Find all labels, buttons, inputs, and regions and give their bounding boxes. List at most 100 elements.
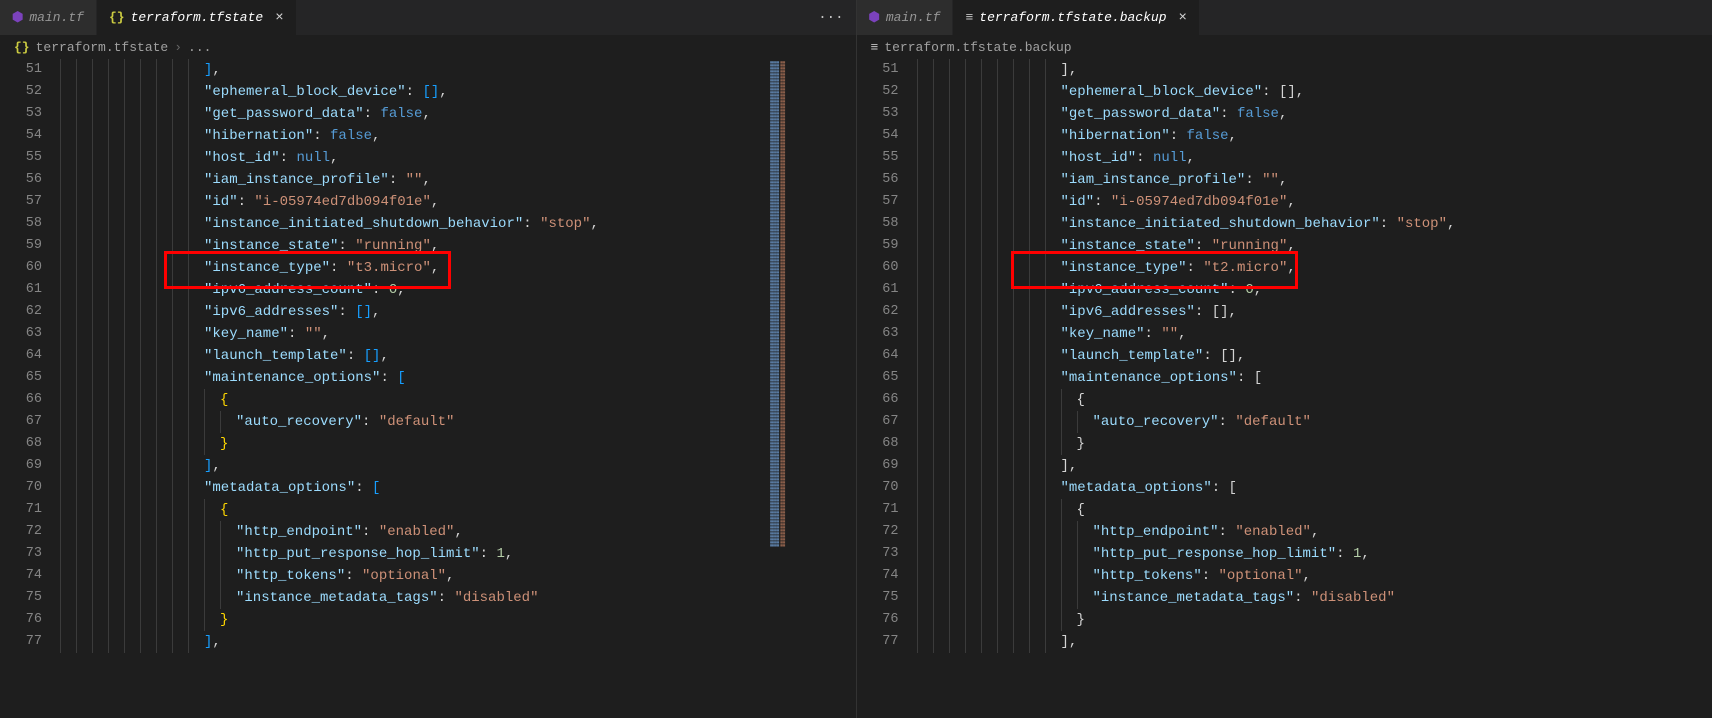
tab-label: main.tf <box>29 10 84 25</box>
code-line[interactable]: { <box>60 499 766 521</box>
tab-terraform-tfstate[interactable]: {} terraform.tfstate × <box>97 0 297 35</box>
close-icon[interactable]: × <box>1179 10 1187 26</box>
code-line[interactable]: "ipv6_address_count": 0, <box>917 279 1712 301</box>
code-line[interactable]: ], <box>60 631 766 653</box>
line-number: 66 <box>857 389 899 411</box>
code-line[interactable]: "key_name": "", <box>60 323 766 345</box>
line-number: 68 <box>0 433 42 455</box>
code-line[interactable]: "ephemeral_block_device": [], <box>917 81 1712 103</box>
code-line[interactable]: } <box>60 433 766 455</box>
line-number: 71 <box>0 499 42 521</box>
code-line[interactable]: "http_tokens": "optional", <box>60 565 766 587</box>
line-number: 62 <box>0 301 42 323</box>
line-number: 75 <box>0 587 42 609</box>
code-line[interactable]: ], <box>917 455 1712 477</box>
tab-main-tf[interactable]: ⬢ main.tf <box>0 0 97 35</box>
code-line[interactable]: { <box>60 389 766 411</box>
tab-label: terraform.tfstate <box>131 10 264 25</box>
code-area-right[interactable]: 5152535455565758596061626364656667686970… <box>857 59 1712 718</box>
code-line[interactable]: "http_endpoint": "enabled", <box>917 521 1712 543</box>
breadcrumb-left[interactable]: {} terraform.tfstate › ... <box>0 35 856 59</box>
line-number: 59 <box>0 235 42 257</box>
code-line[interactable]: ], <box>60 59 766 81</box>
code-line[interactable]: "http_put_response_hop_limit": 1, <box>917 543 1712 565</box>
breadcrumb-right[interactable]: ≡ terraform.tfstate.backup <box>857 35 1712 59</box>
code-line[interactable]: "http_tokens": "optional", <box>917 565 1712 587</box>
code-line[interactable]: "launch_template": [], <box>60 345 766 367</box>
code-line[interactable]: } <box>60 609 766 631</box>
code-line[interactable]: "instance_initiated_shutdown_behavior": … <box>60 213 766 235</box>
code-line[interactable]: "instance_type": "t2.micro", <box>917 257 1712 279</box>
line-number: 70 <box>857 477 899 499</box>
code-line[interactable]: "iam_instance_profile": "", <box>917 169 1712 191</box>
tabs-bar-right: ⬢main.tf≡terraform.tfstate.backup× <box>857 0 1712 35</box>
code-line[interactable]: "hibernation": false, <box>917 125 1712 147</box>
code-line[interactable]: "metadata_options": [ <box>60 477 766 499</box>
line-number: 64 <box>857 345 899 367</box>
code-line[interactable]: "instance_metadata_tags": "disabled" <box>60 587 766 609</box>
code-line[interactable]: "ipv6_addresses": [], <box>60 301 766 323</box>
tab-terraform-tfstate-backup[interactable]: ≡terraform.tfstate.backup× <box>953 0 1199 35</box>
code-area-left[interactable]: 5152535455565758596061626364656667686970… <box>0 59 856 718</box>
line-number: 73 <box>0 543 42 565</box>
code-line[interactable]: "instance_initiated_shutdown_behavior": … <box>917 213 1712 235</box>
code-line[interactable]: "id": "i-05974ed7db094f01e", <box>60 191 766 213</box>
code-line[interactable]: "ipv6_address_count": 0, <box>60 279 766 301</box>
code-line[interactable]: { <box>917 389 1712 411</box>
code-line[interactable]: "instance_state": "running", <box>917 235 1712 257</box>
tab-overflow-menu[interactable]: ··· <box>806 0 855 35</box>
code-line[interactable]: "instance_state": "running", <box>60 235 766 257</box>
code-line[interactable]: "instance_metadata_tags": "disabled" <box>917 587 1712 609</box>
line-number: 60 <box>0 257 42 279</box>
json-icon: {} <box>109 10 125 25</box>
code-line[interactable]: "instance_type": "t3.micro", <box>60 257 766 279</box>
code-line[interactable]: "get_password_data": false, <box>60 103 766 125</box>
line-number: 52 <box>0 81 42 103</box>
code-line[interactable]: "maintenance_options": [ <box>60 367 766 389</box>
line-number: 66 <box>0 389 42 411</box>
terraform-icon: ⬢ <box>12 10 23 25</box>
code-content[interactable]: ],"ephemeral_block_device": [],"get_pass… <box>917 59 1712 718</box>
code-line[interactable]: "key_name": "", <box>917 323 1712 345</box>
breadcrumb-file: terraform.tfstate.backup <box>884 40 1071 55</box>
code-line[interactable]: "hibernation": false, <box>60 125 766 147</box>
code-line[interactable]: "id": "i-05974ed7db094f01e", <box>917 191 1712 213</box>
code-content[interactable]: ],"ephemeral_block_device": [],"get_pass… <box>60 59 766 718</box>
line-number: 70 <box>0 477 42 499</box>
code-line[interactable]: } <box>917 609 1712 631</box>
code-line[interactable]: "ephemeral_block_device": [], <box>60 81 766 103</box>
tab-main-tf[interactable]: ⬢main.tf <box>857 0 954 35</box>
line-number: 63 <box>857 323 899 345</box>
line-number: 76 <box>857 609 899 631</box>
code-line[interactable]: "http_endpoint": "enabled", <box>60 521 766 543</box>
line-number: 61 <box>857 279 899 301</box>
code-line[interactable]: { <box>917 499 1712 521</box>
line-number: 73 <box>857 543 899 565</box>
close-icon[interactable]: × <box>275 10 283 26</box>
line-number: 65 <box>857 367 899 389</box>
code-line[interactable]: ], <box>917 631 1712 653</box>
code-line[interactable]: "auto_recovery": "default" <box>60 411 766 433</box>
line-gutter: 5152535455565758596061626364656667686970… <box>0 59 60 718</box>
code-line[interactable]: "get_password_data": false, <box>917 103 1712 125</box>
line-number: 55 <box>857 147 899 169</box>
code-line[interactable]: "host_id": null, <box>60 147 766 169</box>
code-line[interactable]: ], <box>60 455 766 477</box>
line-number: 57 <box>857 191 899 213</box>
line-number: 65 <box>0 367 42 389</box>
code-line[interactable]: "host_id": null, <box>917 147 1712 169</box>
code-line[interactable]: } <box>917 433 1712 455</box>
line-number: 68 <box>857 433 899 455</box>
line-number: 74 <box>857 565 899 587</box>
code-line[interactable]: "ipv6_addresses": [], <box>917 301 1712 323</box>
line-number: 72 <box>857 521 899 543</box>
code-line[interactable]: ], <box>917 59 1712 81</box>
code-line[interactable]: "launch_template": [], <box>917 345 1712 367</box>
code-line[interactable]: "auto_recovery": "default" <box>917 411 1712 433</box>
line-number: 67 <box>857 411 899 433</box>
code-line[interactable]: "metadata_options": [ <box>917 477 1712 499</box>
minimap[interactable]: ████████ ████████████ ████████████ █████… <box>766 59 856 718</box>
code-line[interactable]: "iam_instance_profile": "", <box>60 169 766 191</box>
code-line[interactable]: "maintenance_options": [ <box>917 367 1712 389</box>
code-line[interactable]: "http_put_response_hop_limit": 1, <box>60 543 766 565</box>
